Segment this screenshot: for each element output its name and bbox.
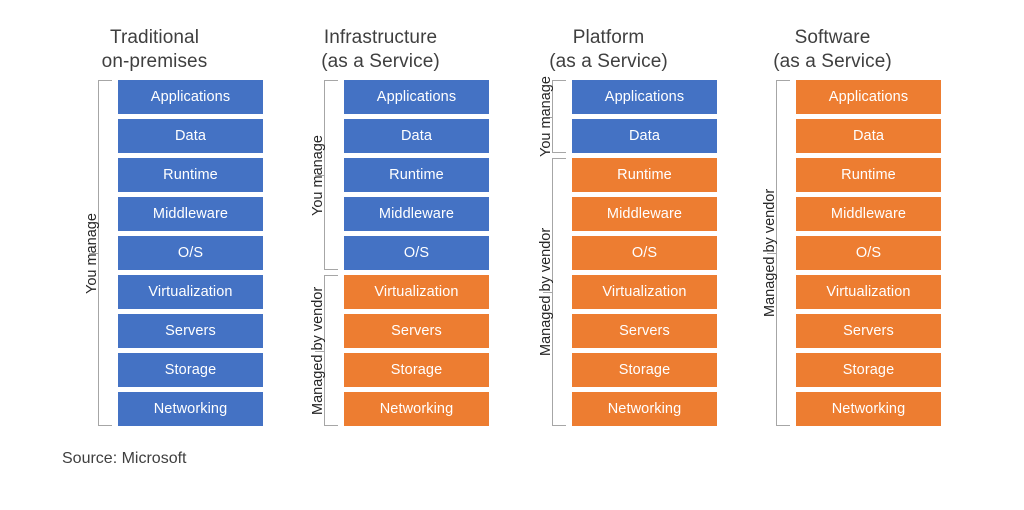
bracket-you-manage xyxy=(315,80,338,270)
layer-box-o-s: O/S xyxy=(572,236,717,270)
column-software-as-a-service: Software (as a Service) Applications Data… xyxy=(720,0,945,440)
bracket-you-manage xyxy=(543,80,566,153)
layer-box-runtime: Runtime xyxy=(344,158,489,192)
bracket-managed-by-vendor xyxy=(543,158,566,426)
layer-box-applications: Applications xyxy=(118,80,263,114)
column-traditional-on-premises: Traditional on-premises Applications Data… xyxy=(42,0,267,440)
layer-stack-software-as-a-service: Applications Data Runtime Middleware O/S Virt… xyxy=(796,80,941,426)
layer-box-servers: Servers xyxy=(796,314,941,348)
layer-box-applications: Applications xyxy=(796,80,941,114)
layer-box-virtualization: Virtualization xyxy=(796,275,941,309)
layer-box-data: Data xyxy=(344,119,489,153)
layer-box-data: Data xyxy=(796,119,941,153)
group-label-managed-by-vendor: Managed by vendor xyxy=(762,188,778,317)
column-header-infrastructure-as-a-service: Infrastructure (as a Service) xyxy=(321,27,440,72)
layer-box-networking: Networking xyxy=(572,392,717,426)
layer-box-storage: Storage xyxy=(344,353,489,387)
bracket-managed-by-vendor xyxy=(315,275,338,426)
layer-box-virtualization: Virtualization xyxy=(344,275,489,309)
layer-box-runtime: Runtime xyxy=(572,158,717,192)
layer-box-data: Data xyxy=(572,119,717,153)
layer-box-applications: Applications xyxy=(572,80,717,114)
column-infrastructure-as-a-service: Infrastructure (as a Service) Applicatio… xyxy=(268,0,493,440)
layer-box-middleware: Middleware xyxy=(344,197,489,231)
column-header-software-as-a-service: Software (as a Service) xyxy=(773,27,892,72)
layer-box-virtualization: Virtualization xyxy=(118,275,263,309)
layer-box-networking: Networking xyxy=(796,392,941,426)
layer-box-o-s: O/S xyxy=(344,236,489,270)
bracket-you-manage xyxy=(89,80,112,426)
layer-box-middleware: Middleware xyxy=(118,197,263,231)
layer-stack-infrastructure-as-a-service: Applications Data Runtime Middleware O/S Virt… xyxy=(344,80,489,426)
source-note: Source: Microsoft xyxy=(62,450,187,467)
group-label-managed-by-vendor: Managed by vendor xyxy=(310,286,326,415)
layer-box-storage: Storage xyxy=(118,353,263,387)
layer-box-virtualization: Virtualization xyxy=(572,275,717,309)
layer-box-servers: Servers xyxy=(344,314,489,348)
layer-box-runtime: Runtime xyxy=(796,158,941,192)
layer-box-servers: Servers xyxy=(118,314,263,348)
group-label-you-manage: You manage xyxy=(538,76,554,157)
layer-box-applications: Applications xyxy=(344,80,489,114)
group-label-you-manage: You manage xyxy=(84,212,100,294)
layer-stack-platform-as-a-service: Applications Data Runtime Middleware O/S Virt… xyxy=(572,80,717,426)
layer-stack-traditional-on-premises: Applications Data Runtime Middleware O/S Virt… xyxy=(118,80,263,426)
layer-box-networking: Networking xyxy=(118,392,263,426)
layer-box-storage: Storage xyxy=(572,353,717,387)
column-header-traditional-on-premises: Traditional on-premises xyxy=(101,27,208,72)
column-platform-as-a-service: Platform (as a Service) Applications Data… xyxy=(496,0,721,440)
layer-box-networking: Networking xyxy=(344,392,489,426)
group-label-you-manage: You manage xyxy=(310,134,326,216)
layer-box-storage: Storage xyxy=(796,353,941,387)
layer-box-servers: Servers xyxy=(572,314,717,348)
group-label-managed-by-vendor: Managed by vendor xyxy=(538,227,554,356)
layer-box-middleware: Middleware xyxy=(796,197,941,231)
layer-box-middleware: Middleware xyxy=(572,197,717,231)
layer-box-runtime: Runtime xyxy=(118,158,263,192)
cloud-service-models-diagram: Traditional on-premises Applications Data… xyxy=(0,0,1024,510)
layer-box-o-s: O/S xyxy=(796,236,941,270)
column-header-platform-as-a-service: Platform (as a Service) xyxy=(549,27,668,72)
bracket-managed-by-vendor xyxy=(767,80,790,426)
layer-box-data: Data xyxy=(118,119,263,153)
layer-box-o-s: O/S xyxy=(118,236,263,270)
